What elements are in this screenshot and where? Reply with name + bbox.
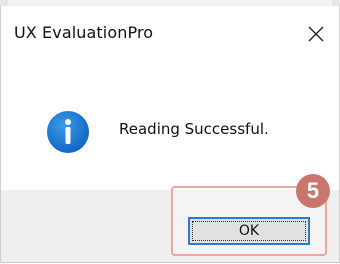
close-icon: [308, 26, 324, 42]
focus-rectangle: [192, 221, 306, 241]
dialog-title: UX EvaluationPro: [14, 23, 154, 42]
dialog-message: Reading Successful.: [119, 120, 269, 138]
info-icon: [47, 111, 89, 153]
close-button[interactable]: [301, 19, 331, 49]
step-number-badge: 5: [296, 174, 330, 208]
ok-button[interactable]: OK: [188, 217, 310, 245]
